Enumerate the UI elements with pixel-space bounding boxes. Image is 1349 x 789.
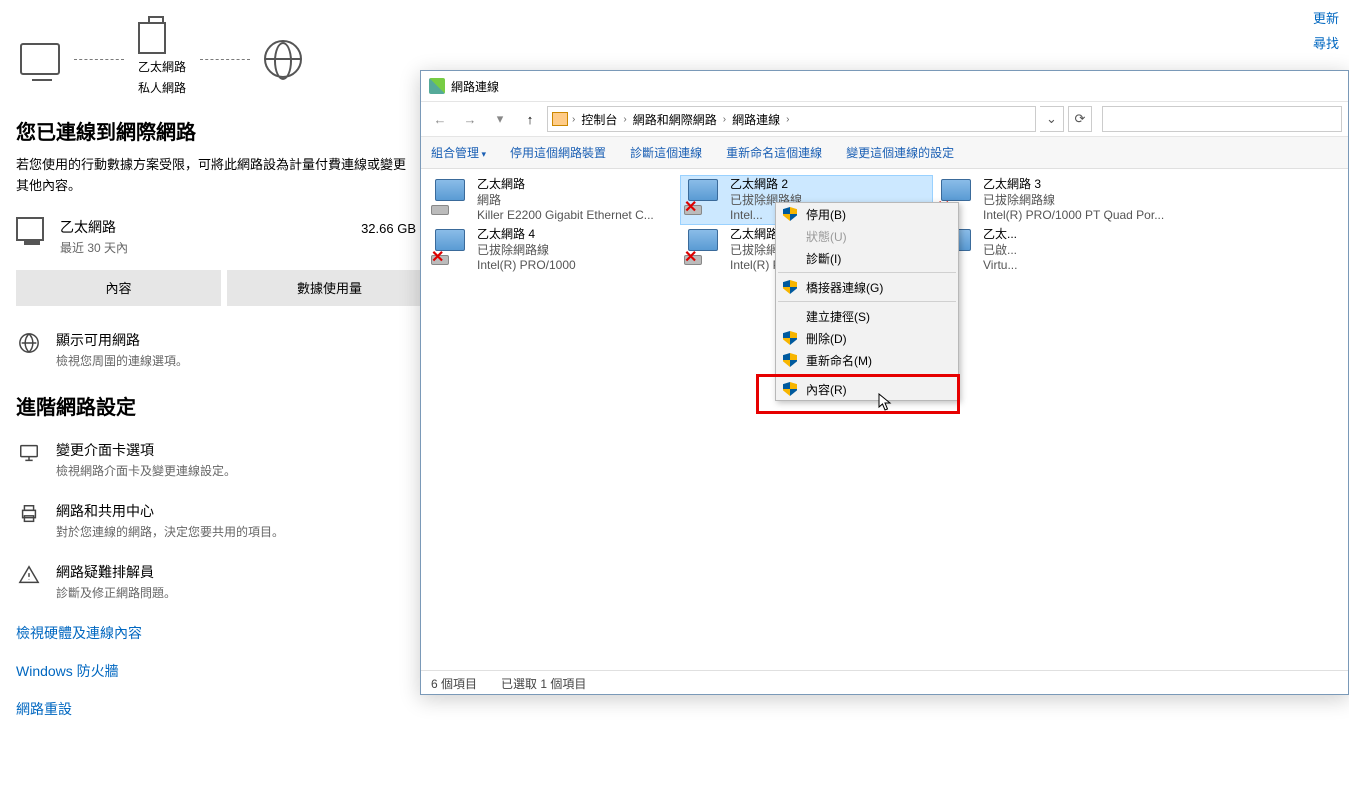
update-link[interactable]: 更新 — [1313, 8, 1339, 27]
titlebar[interactable]: 網路連線 — [421, 71, 1348, 101]
trouble-title: 網路疑難排解員 — [56, 562, 176, 582]
show-available-sub: 檢視您周圍的連線選項。 — [56, 352, 188, 369]
disable-device-button[interactable]: 停用這個網路裝置 — [510, 144, 606, 161]
disconnected-icon: ✕ — [431, 247, 444, 267]
adapter-icon — [429, 177, 471, 219]
globe-icon — [264, 40, 302, 78]
sharing-title: 網路和共用中心 — [56, 501, 284, 521]
data-usage-button[interactable]: 數據使用量 — [227, 270, 432, 306]
adapter-icon: ✕ — [682, 177, 724, 219]
cm-delete[interactable]: 刪除(D) — [776, 327, 958, 349]
adapter-icon: ✕ — [682, 227, 724, 269]
shield-icon — [783, 382, 797, 396]
printer-icon — [16, 501, 42, 527]
refresh-button[interactable]: ⟳ — [1068, 106, 1092, 132]
ethernet-sub: 最近 30 天內 — [60, 239, 128, 256]
ethernet-icon — [16, 217, 44, 241]
warning-icon — [16, 562, 42, 588]
separator — [778, 374, 956, 375]
address-bar[interactable]: › 控制台 › 網路和網際網路 › 網路連線 › — [547, 106, 1036, 132]
connection-status: 網路 — [477, 193, 654, 209]
connection-item[interactable]: 乙太...已啟...Virtu... — [933, 225, 1186, 275]
show-available-title: 顯示可用網路 — [56, 330, 188, 350]
shield-icon — [783, 207, 797, 221]
connection-name: 乙太網路 2 — [730, 177, 802, 193]
chevron-right-icon[interactable]: › — [786, 114, 789, 125]
ethernet-name: 乙太網路 — [60, 217, 128, 237]
connection-item[interactable]: ✕ 乙太網路 4已拔除網路線Intel(R) PRO/1000 — [427, 225, 680, 275]
disconnected-icon: ✕ — [684, 247, 697, 267]
change-settings-button[interactable]: 變更這個連線的設定 — [846, 144, 954, 161]
cm-diagnose[interactable]: 診斷(I) — [776, 247, 958, 269]
pc-icon — [20, 43, 60, 75]
connection-item[interactable]: 乙太網路網路Killer E2200 Gigabit Ethernet C... — [427, 175, 680, 225]
connection-device: Intel(R) PRO/1000 PT Quad Por... — [983, 208, 1164, 224]
separator — [778, 301, 956, 302]
context-menu: 停用(B) 狀態(U) 診斷(I) 橋接器連線(G) 建立捷徑(S) 刪除(D)… — [775, 202, 959, 401]
folder-icon — [552, 112, 568, 126]
nav-recent-button[interactable]: ▾ — [487, 106, 513, 132]
connection-item[interactable]: ✕乙太網路 3已拔除網路線Intel(R) PRO/1000 PT Quad P… — [933, 175, 1186, 225]
trouble-sub: 診斷及修正網路問題。 — [56, 584, 176, 601]
nav-back-button[interactable]: ← — [427, 106, 453, 132]
properties-button[interactable]: 內容 — [16, 270, 221, 306]
monitor-icon — [16, 440, 42, 466]
cm-bridge[interactable]: 橋接器連線(G) — [776, 276, 958, 298]
separator — [778, 272, 956, 273]
cm-status: 狀態(U) — [776, 225, 958, 247]
network-reset-link[interactable]: 網路重設 — [16, 699, 1337, 719]
breadcrumb-control-panel[interactable]: 控制台 — [575, 111, 623, 128]
address-dropdown[interactable]: ⌄ — [1040, 106, 1064, 132]
connection-name: 乙太網路 4 — [477, 227, 576, 243]
connection-device: Intel(R) PRO/1000 — [477, 258, 576, 274]
connection-status: 已拔除網路線 — [477, 243, 576, 259]
shield-icon — [783, 353, 797, 367]
connection-name: 乙太... — [983, 227, 1017, 243]
adapter-title: 變更介面卡選項 — [56, 440, 236, 460]
cm-properties[interactable]: 內容(R) — [776, 378, 958, 400]
window-title: 網路連線 — [451, 78, 499, 95]
nav-forward-button[interactable]: → — [457, 106, 483, 132]
cm-shortcut[interactable]: 建立捷徑(S) — [776, 305, 958, 327]
router-label-1: 乙太網路 — [138, 58, 186, 75]
router-label-2: 私人網路 — [138, 79, 186, 96]
connection-device: Virtu... — [983, 258, 1017, 274]
adapter-icon: ✕ — [429, 227, 471, 269]
router-icon — [138, 22, 166, 54]
breadcrumb-network-internet[interactable]: 網路和網際網路 — [627, 111, 723, 128]
status-selected-count: 已選取 1 個項目 — [501, 675, 586, 690]
window-icon — [429, 78, 445, 94]
disconnected-icon: ✕ — [684, 197, 697, 217]
diagnose-connection-button[interactable]: 診斷這個連線 — [630, 144, 702, 161]
connection-status: 已拔除網路線 — [983, 193, 1164, 209]
connection-status: 已啟... — [983, 243, 1017, 259]
rename-connection-button[interactable]: 重新命名這個連線 — [726, 144, 822, 161]
adapter-sub: 檢視網路介面卡及變更連線設定。 — [56, 462, 236, 479]
wifi-icon — [16, 330, 42, 356]
ethernet-rate: 32.66 GB — [361, 217, 416, 236]
shield-icon — [783, 280, 797, 294]
connection-name: 乙太網路 3 — [983, 177, 1164, 193]
cm-disable[interactable]: 停用(B) — [776, 203, 958, 225]
breadcrumb-network-connections[interactable]: 網路連線 — [726, 111, 786, 128]
cm-rename[interactable]: 重新命名(M) — [776, 349, 958, 371]
organize-menu[interactable]: 組合管理 — [431, 144, 486, 161]
status-item-count: 6 個項目 — [431, 675, 477, 690]
find-link[interactable]: 尋找 — [1313, 33, 1339, 52]
nav-up-button[interactable]: ↑ — [517, 106, 543, 132]
status-subtext: 若您使用的行動數據方案受限，可將此網路設為計量付費連線或變更其他內容。 — [16, 155, 416, 197]
sharing-sub: 對於您連線的網路，決定您要共用的項目。 — [56, 523, 284, 540]
shield-icon — [783, 331, 797, 345]
search-input[interactable] — [1102, 106, 1342, 132]
connection-device: Killer E2200 Gigabit Ethernet C... — [477, 208, 654, 224]
connection-name: 乙太網路 — [477, 177, 654, 193]
